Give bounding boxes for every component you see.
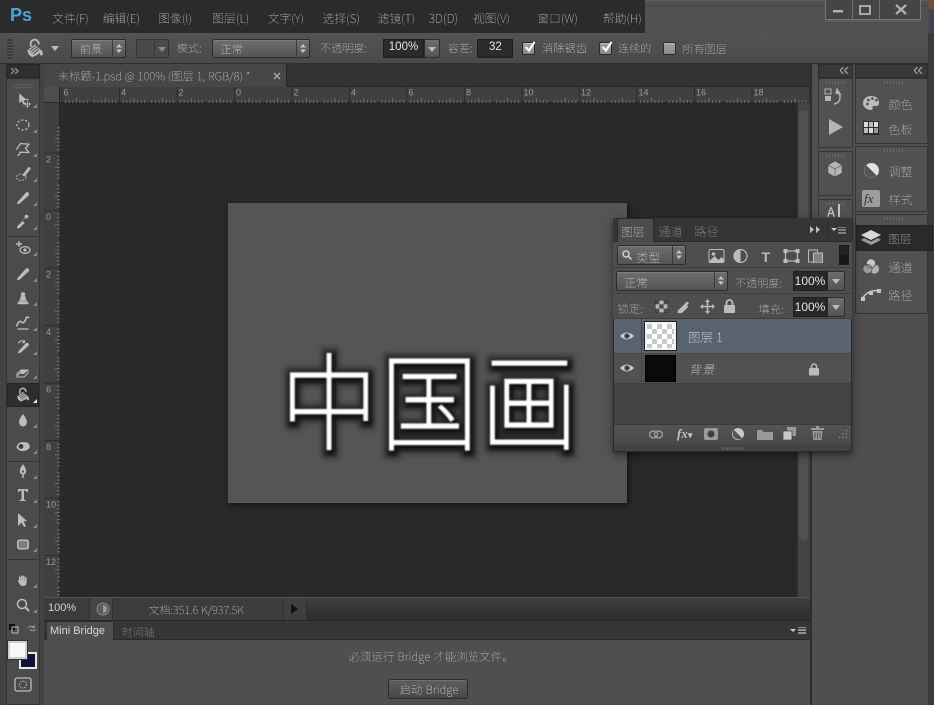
svg-text:6: 6 [46,385,51,395]
svg-text:6: 6 [409,88,414,98]
svg-text:18: 18 [754,88,764,98]
svg-text:0: 0 [236,88,241,98]
svg-text:2: 2 [179,88,184,98]
svg-text:14: 14 [639,88,649,98]
svg-text:4: 4 [351,88,356,98]
svg-text:10: 10 [46,500,56,510]
svg-text:4: 4 [121,88,126,98]
svg-text:8: 8 [466,88,471,98]
svg-text:16: 16 [696,88,706,98]
svg-text:4: 4 [46,327,51,337]
svg-text:12: 12 [581,88,591,98]
svg-text:8: 8 [46,442,51,452]
svg-text:0: 0 [46,212,51,222]
svg-text:T: T [762,249,771,263]
svg-text:fx: fx [864,191,874,206]
svg-text:12: 12 [46,557,56,567]
svg-text:2: 2 [294,88,299,98]
svg-text:2: 2 [46,155,51,165]
svg-text:10: 10 [524,88,534,98]
svg-text:6: 6 [64,88,69,98]
svg-text:2: 2 [46,270,51,280]
